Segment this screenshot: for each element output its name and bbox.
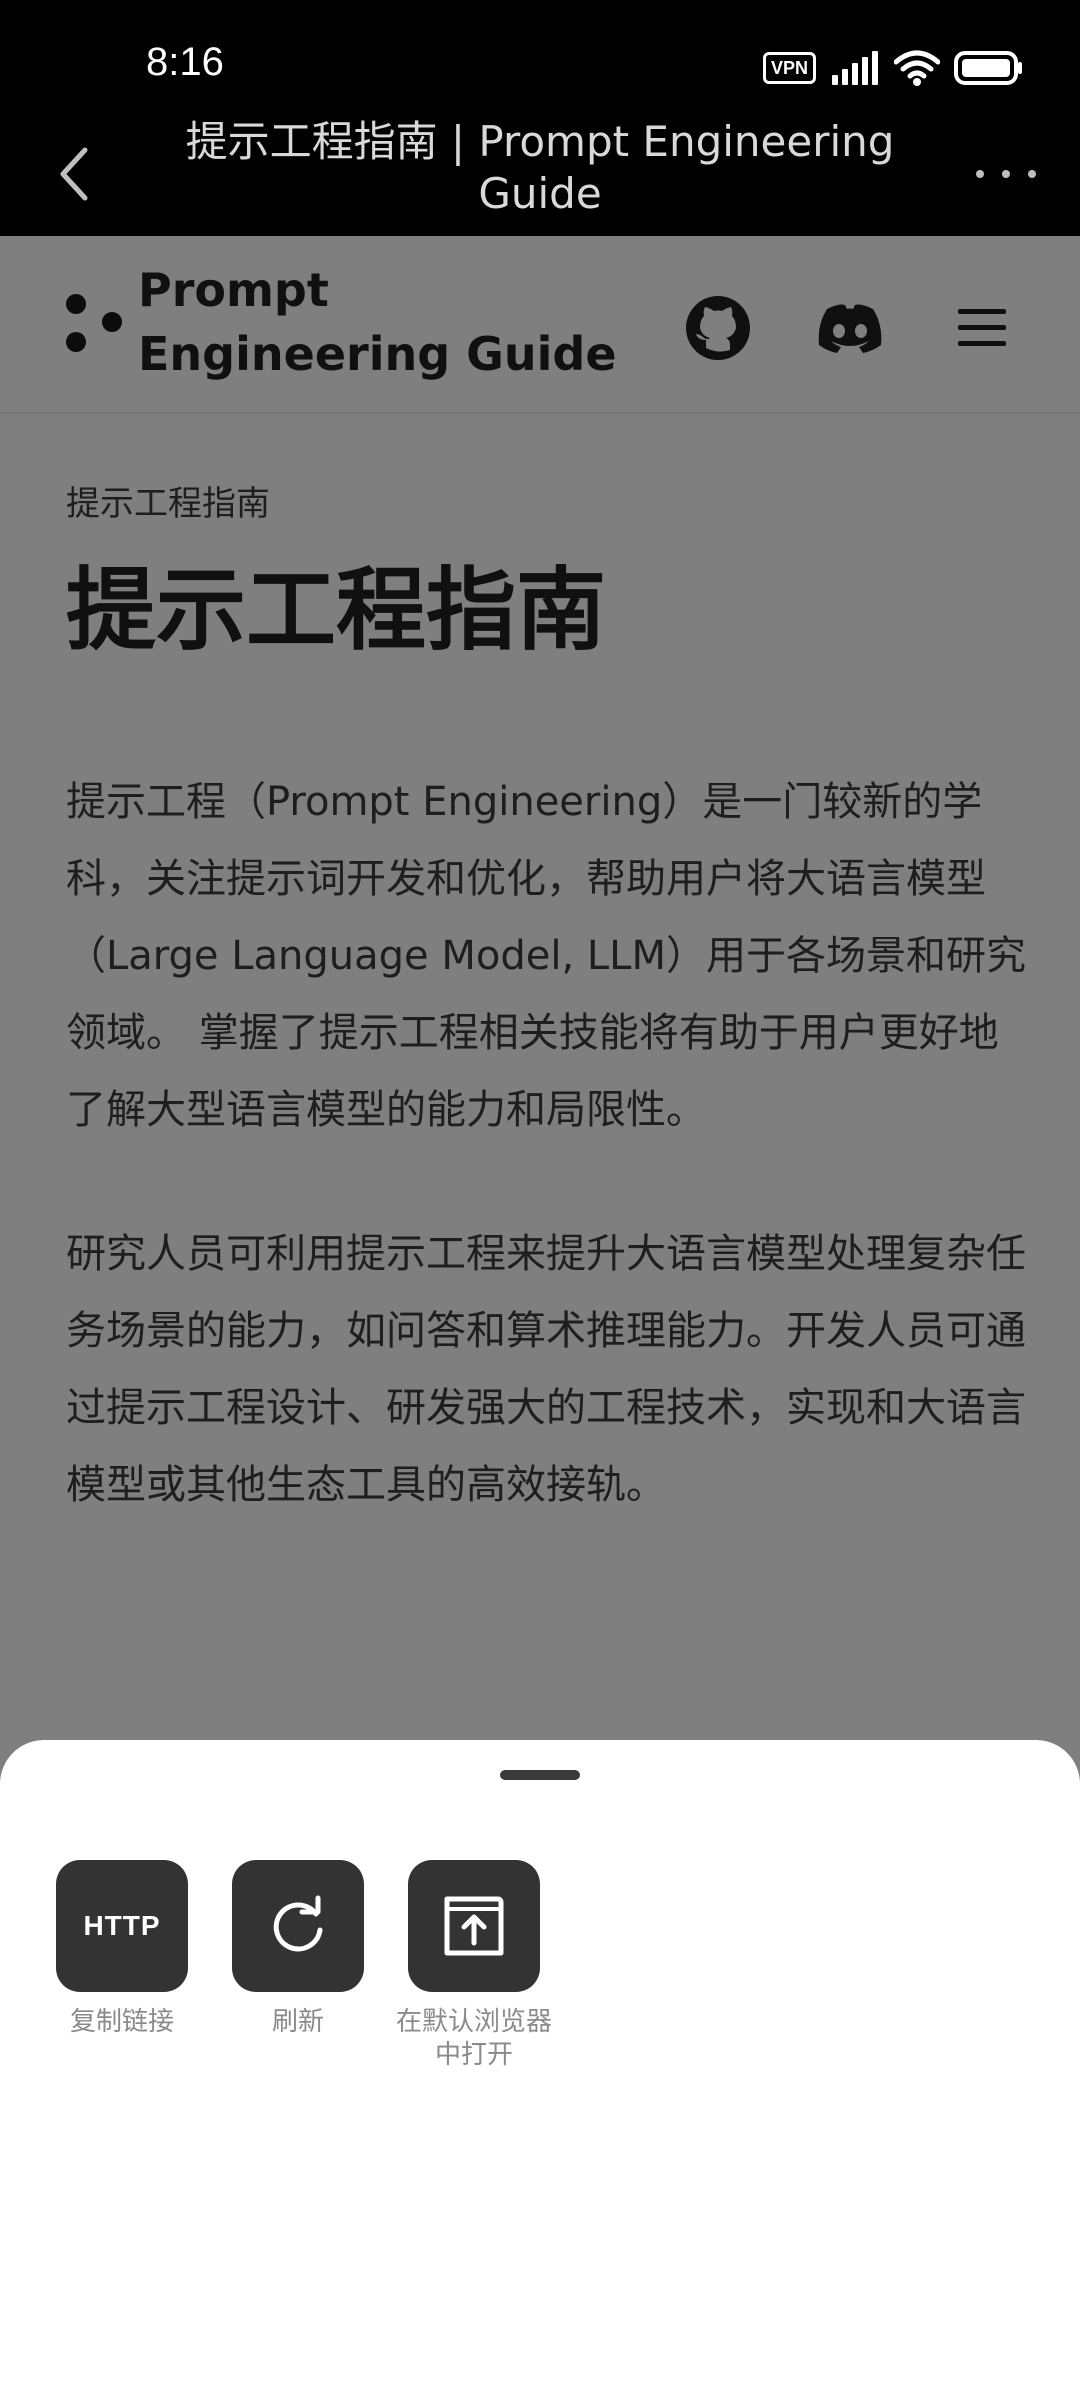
breadcrumb[interactable]: 提示工程指南 (66, 476, 270, 525)
status-time: 8:16 (146, 40, 224, 84)
back-button[interactable] (44, 134, 104, 214)
signal-icon (832, 51, 878, 85)
back-icon (60, 147, 88, 201)
open-in-browser-button[interactable]: 在默认浏览器中打开 (386, 1860, 562, 2072)
menu-icon[interactable] (946, 292, 1018, 364)
refresh-label: 刷新 (271, 2007, 324, 2037)
refresh-button[interactable]: 刷新 (210, 1860, 386, 2039)
github-icon[interactable] (682, 292, 754, 364)
wifi-icon (894, 50, 940, 86)
site-header: Prompt Engineering Guide (0, 236, 1080, 414)
open-external-icon[interactable] (408, 1860, 540, 1992)
logo-icon[interactable] (66, 288, 122, 358)
share-sheet: HTTP 复制链接 刷新 在默认浏览器中打开 (0, 1740, 1080, 2400)
site-name[interactable]: Prompt Engineering Guide (138, 258, 638, 386)
http-icon[interactable]: HTTP (56, 1860, 188, 1992)
discord-icon[interactable] (814, 292, 886, 364)
battery-icon (954, 51, 1022, 85)
vpn-icon: VPN (762, 52, 816, 84)
refresh-icon[interactable] (232, 1860, 364, 1992)
more-icon-dot (1002, 170, 1010, 178)
more-button[interactable] (976, 154, 1036, 194)
more-icon (976, 170, 984, 178)
status-icons: VPN (762, 48, 1024, 88)
more-icon-dot (1028, 170, 1036, 178)
page-title: 提示工程指南 (66, 558, 606, 663)
paragraph-usage: 研究人员可利用提示工程来提升大语言模型处理复杂任务场景的能力，如问答和算术推理能… (66, 1231, 1026, 1508)
copy-link-button[interactable]: HTTP 复制链接 (34, 1860, 210, 2039)
http-icon-text: HTTP (83, 1910, 161, 1941)
paragraph-intro: 提示工程（Prompt Engineering）是一门较新的学科，关注提示词开发… (66, 779, 1026, 1133)
open-in-browser-label: 在默认浏览器中打开 (395, 2007, 552, 2070)
sheet-handle[interactable] (500, 1770, 580, 1780)
title-bar: 提示工程指南 | Prompt Engineering Guide (0, 110, 1080, 236)
copy-link-label: 复制链接 (69, 2007, 174, 2037)
page-window-title: 提示工程指南 | Prompt Engineering Guide (185, 117, 895, 218)
